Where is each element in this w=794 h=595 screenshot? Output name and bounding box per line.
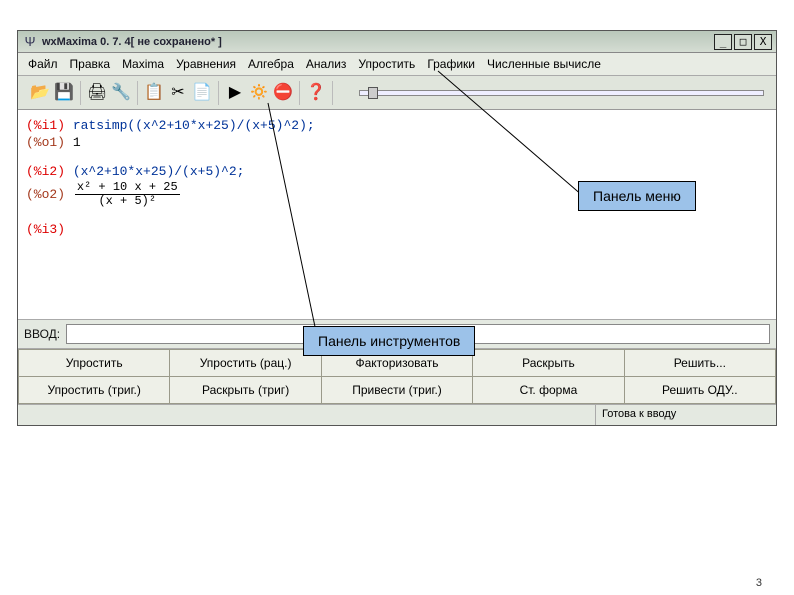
btn-reduce-trig[interactable]: Привести (триг.) bbox=[322, 377, 473, 404]
zoom-slider[interactable] bbox=[359, 90, 764, 96]
open-icon[interactable]: 📂 bbox=[30, 83, 50, 103]
stop-icon[interactable]: ⛔ bbox=[273, 83, 293, 103]
out-val-2-numerator: x² + 10 x + 25 bbox=[75, 181, 180, 195]
app-icon: Ψ bbox=[22, 34, 38, 50]
callout-toolbar: Панель инструментов bbox=[303, 326, 475, 356]
minimize-button[interactable]: _ bbox=[714, 34, 732, 50]
options-icon[interactable]: 🔅 bbox=[249, 83, 269, 103]
out-label-2: (%o2) bbox=[26, 187, 65, 202]
maximize-button[interactable]: □ bbox=[734, 34, 752, 50]
in-label-2: (%i2) bbox=[26, 164, 65, 179]
menu-plots[interactable]: Графики bbox=[423, 56, 479, 72]
menu-maxima[interactable]: Maxima bbox=[118, 56, 168, 72]
window-controls: _ □ X bbox=[714, 34, 772, 50]
cut-icon[interactable]: ✂ bbox=[168, 83, 188, 103]
config-icon[interactable]: 🔧 bbox=[111, 83, 131, 103]
btn-simplify-rat[interactable]: Упростить (рац.) bbox=[170, 349, 321, 377]
status-message: Готова к вводу bbox=[596, 405, 776, 425]
menu-numeric[interactable]: Численные вычисле bbox=[483, 56, 605, 72]
page-number: 3 bbox=[756, 577, 762, 589]
paste-icon[interactable]: 📄 bbox=[192, 83, 212, 103]
btn-expand[interactable]: Раскрыть bbox=[473, 349, 624, 377]
menu-algebra[interactable]: Алгебра bbox=[244, 56, 298, 72]
out-label-1: (%o1) bbox=[26, 135, 65, 150]
out-val-2-fraction: x² + 10 x + 25 (x + 5)² bbox=[75, 181, 180, 208]
toolbar: 📂 💾 🖨 🔧 📋 ✂ 📄 ▶ 🔅 ⛔ ❓ bbox=[18, 76, 776, 110]
btn-canon-form[interactable]: Ст. форма bbox=[473, 377, 624, 404]
close-button[interactable]: X bbox=[754, 34, 772, 50]
callout-menu: Панель меню bbox=[578, 181, 696, 211]
out-val-2-denominator: (x + 5)² bbox=[75, 195, 180, 208]
in-label-1: (%i1) bbox=[26, 118, 65, 133]
help-icon[interactable]: ❓ bbox=[306, 83, 326, 103]
in-code-2: (x^2+10*x+25)/(x+5)^2; bbox=[73, 164, 245, 179]
menu-file[interactable]: Файл bbox=[24, 56, 62, 72]
run-icon[interactable]: ▶ bbox=[225, 83, 245, 103]
menu-analysis[interactable]: Анализ bbox=[302, 56, 351, 72]
print-icon[interactable]: 🖨 bbox=[87, 83, 107, 103]
menu-equations[interactable]: Уравнения bbox=[172, 56, 240, 72]
btn-simplify-trig[interactable]: Упростить (триг.) bbox=[18, 377, 170, 404]
button-panel: Упростить Упростить (рац.) Факторизовать… bbox=[18, 349, 776, 404]
status-spacer bbox=[18, 405, 596, 425]
in-code-1: ratsimp((x^2+10*x+25)/(x+5)^2); bbox=[73, 118, 315, 133]
btn-solve-ode[interactable]: Решить ОДУ.. bbox=[625, 377, 776, 404]
menubar: Файл Правка Maxima Уравнения Алгебра Ана… bbox=[18, 53, 776, 76]
input-label: ВВОД: bbox=[24, 327, 60, 341]
btn-expand-trig[interactable]: Раскрыть (триг) bbox=[170, 377, 321, 404]
menu-edit[interactable]: Правка bbox=[66, 56, 115, 72]
window-title: wxMaxima 0. 7. 4[ не сохранено* ] bbox=[42, 36, 714, 48]
btn-simplify[interactable]: Упростить bbox=[18, 349, 170, 377]
zoom-slider-thumb[interactable] bbox=[368, 87, 378, 99]
app-window: Ψ wxMaxima 0. 7. 4[ не сохранено* ] _ □ … bbox=[17, 30, 777, 426]
out-val-1: 1 bbox=[73, 135, 81, 150]
copy-icon[interactable]: 📋 bbox=[144, 83, 164, 103]
btn-solve[interactable]: Решить... bbox=[625, 349, 776, 377]
in-label-3: (%i3) bbox=[26, 222, 65, 237]
statusbar: Готова к вводу bbox=[18, 404, 776, 425]
titlebar: Ψ wxMaxima 0. 7. 4[ не сохранено* ] _ □ … bbox=[18, 31, 776, 53]
menu-simplify[interactable]: Упростить bbox=[354, 56, 419, 72]
save-icon[interactable]: 💾 bbox=[54, 83, 74, 103]
workarea: (%i1) ratsimp((x^2+10*x+25)/(x+5)^2); (%… bbox=[18, 110, 776, 320]
